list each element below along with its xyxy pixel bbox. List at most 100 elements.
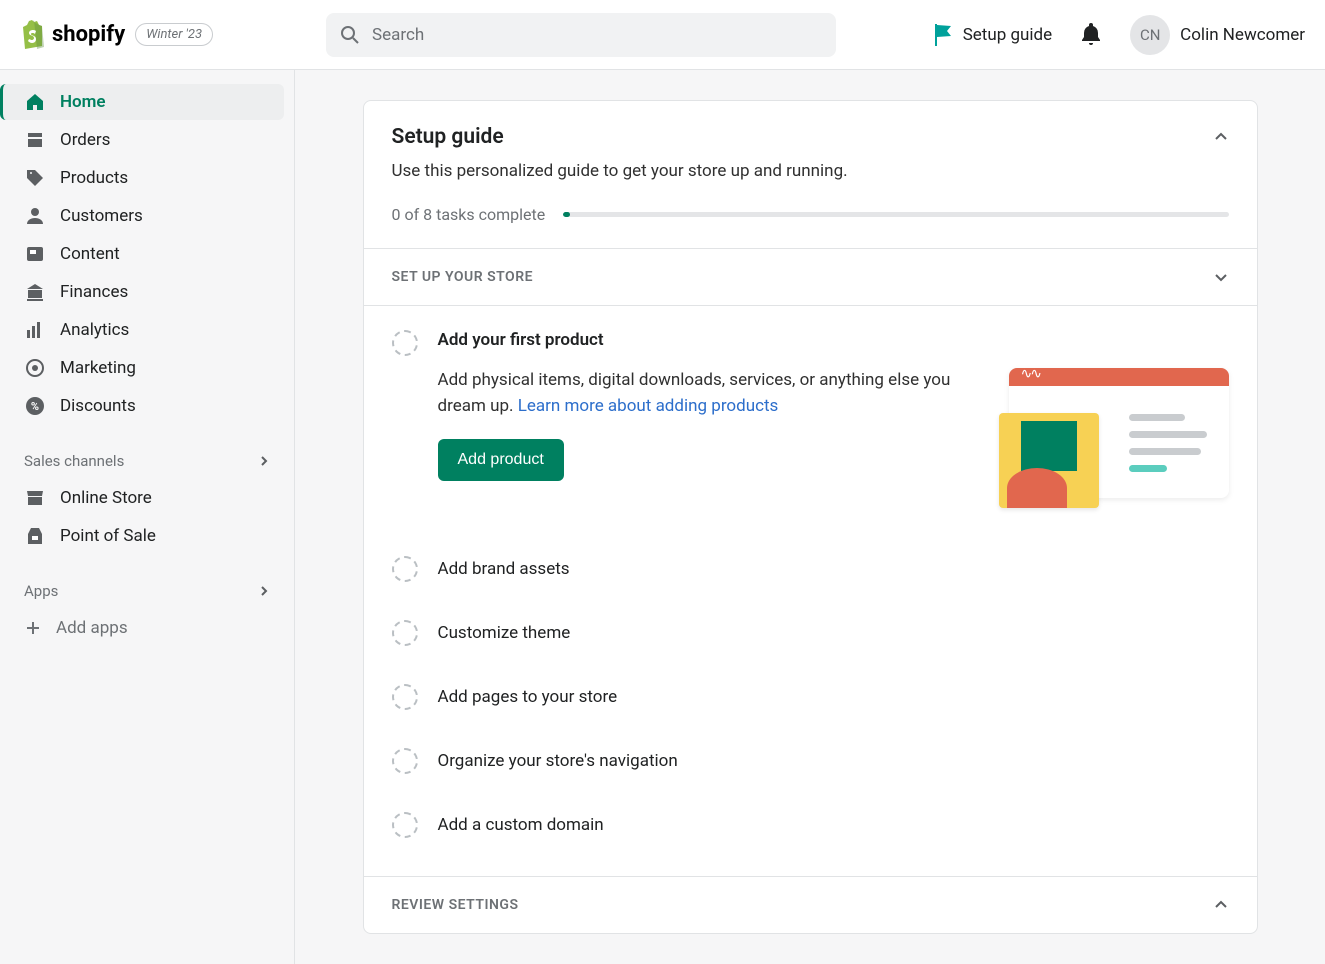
sidebar-item-label: Finances bbox=[60, 282, 128, 302]
task-checkbox[interactable] bbox=[392, 330, 418, 508]
setup-guide-card: Setup guide Use this personalized guide … bbox=[363, 100, 1258, 934]
pos-icon bbox=[24, 526, 46, 546]
task-label: Add a custom domain bbox=[438, 815, 604, 835]
chevron-right-icon bbox=[258, 455, 270, 467]
task-label: Add pages to your store bbox=[438, 687, 618, 707]
task-label: Add brand assets bbox=[438, 559, 570, 579]
shopify-logo[interactable]: shopify bbox=[20, 20, 125, 50]
add-product-button[interactable]: Add product bbox=[438, 439, 564, 481]
setup-guide-link[interactable]: Setup guide bbox=[933, 24, 1052, 46]
sidebar-item-label: Products bbox=[60, 168, 128, 188]
bell-icon[interactable] bbox=[1080, 23, 1102, 47]
logo-group: shopify Winter '23 bbox=[20, 20, 320, 50]
learn-more-link[interactable]: Learn more about adding products bbox=[518, 396, 779, 416]
sidebar-channel-pos[interactable]: Point of Sale bbox=[10, 518, 284, 554]
content-icon bbox=[24, 244, 46, 264]
sidebar-item-home[interactable]: Home bbox=[0, 84, 284, 120]
task-add-first-product: Add your first product Add physical item… bbox=[364, 305, 1257, 532]
search-input[interactable]: Search bbox=[326, 13, 836, 57]
sales-channels-label: Sales channels bbox=[24, 452, 124, 470]
customers-icon bbox=[24, 206, 46, 226]
sidebar-item-label: Marketing bbox=[60, 358, 136, 378]
setup-guide-description: Use this personalized guide to get your … bbox=[392, 161, 1229, 181]
task-add-pages[interactable]: Add pages to your store bbox=[364, 670, 1257, 724]
search-icon bbox=[340, 25, 360, 45]
sidebar-item-customers[interactable]: Customers bbox=[10, 198, 284, 234]
header: shopify Winter '23 Search Setup guide CN… bbox=[0, 0, 1325, 70]
product-illustration bbox=[999, 368, 1229, 508]
add-apps-button[interactable]: Add apps bbox=[10, 610, 284, 646]
winter-badge: Winter '23 bbox=[135, 23, 213, 46]
sidebar-item-finances[interactable]: Finances bbox=[10, 274, 284, 310]
task-label: Customize theme bbox=[438, 623, 571, 643]
sidebar-item-label: Orders bbox=[60, 130, 110, 150]
progress-text: 0 of 8 tasks complete bbox=[392, 205, 546, 224]
sidebar-item-analytics[interactable]: Analytics bbox=[10, 312, 284, 348]
user-menu[interactable]: CN Colin Newcomer bbox=[1130, 15, 1305, 55]
section-setup-store[interactable]: SET UP YOUR STORE bbox=[364, 248, 1257, 305]
chevron-right-icon bbox=[258, 585, 270, 597]
plus-icon bbox=[24, 619, 42, 637]
layout: Home Orders Products Customers Content F… bbox=[0, 70, 1325, 964]
user-name: Colin Newcomer bbox=[1180, 25, 1305, 45]
task-title: Add your first product bbox=[438, 330, 1229, 350]
task-customize-theme[interactable]: Customize theme bbox=[364, 606, 1257, 660]
sidebar-item-label: Home bbox=[60, 92, 106, 112]
sidebar-item-label: Customers bbox=[60, 206, 143, 226]
add-apps-label: Add apps bbox=[56, 618, 128, 638]
sidebar-item-content[interactable]: Content bbox=[10, 236, 284, 272]
sidebar-item-marketing[interactable]: Marketing bbox=[10, 350, 284, 386]
discounts-icon: % bbox=[24, 396, 46, 416]
store-icon bbox=[24, 488, 46, 508]
dotted-circle-icon bbox=[392, 620, 418, 646]
sidebar-item-label: Analytics bbox=[60, 320, 129, 340]
dotted-circle-icon bbox=[392, 556, 418, 582]
sidebar-item-label: Content bbox=[60, 244, 120, 264]
task-organize-navigation[interactable]: Organize your store's navigation bbox=[364, 734, 1257, 788]
task-add-brand-assets[interactable]: Add brand assets bbox=[364, 542, 1257, 596]
dotted-circle-icon bbox=[392, 330, 418, 356]
dotted-circle-icon bbox=[392, 812, 418, 838]
sidebar-channel-online-store[interactable]: Online Store bbox=[10, 480, 284, 516]
analytics-icon bbox=[24, 320, 46, 340]
header-right: Setup guide CN Colin Newcomer bbox=[933, 15, 1305, 55]
progress-bar bbox=[563, 212, 1228, 217]
search-wrap: Search bbox=[320, 13, 913, 57]
chevron-up-icon bbox=[1213, 897, 1229, 913]
svg-text:%: % bbox=[31, 400, 39, 413]
bag-icon bbox=[20, 20, 46, 50]
orders-icon bbox=[24, 130, 46, 150]
brand-text: shopify bbox=[52, 22, 125, 47]
dotted-circle-icon bbox=[392, 748, 418, 774]
progress-row: 0 of 8 tasks complete bbox=[392, 205, 1229, 224]
sidebar-item-label: Discounts bbox=[60, 396, 136, 416]
chevron-down-icon bbox=[1213, 269, 1229, 285]
card-header: Setup guide Use this personalized guide … bbox=[364, 101, 1257, 248]
sidebar-item-discounts[interactable]: % Discounts bbox=[10, 388, 284, 424]
flag-icon bbox=[933, 24, 953, 46]
marketing-icon bbox=[24, 358, 46, 378]
main-content: Setup guide Use this personalized guide … bbox=[295, 70, 1325, 964]
sidebar-item-orders[interactable]: Orders bbox=[10, 122, 284, 158]
tasks-list: Add brand assets Customize theme Add pag… bbox=[364, 542, 1257, 876]
sales-channels-header[interactable]: Sales channels bbox=[10, 442, 284, 480]
sidebar-item-products[interactable]: Products bbox=[10, 160, 284, 196]
task-add-custom-domain[interactable]: Add a custom domain bbox=[364, 798, 1257, 852]
apps-header[interactable]: Apps bbox=[10, 572, 284, 610]
setup-guide-label: Setup guide bbox=[963, 25, 1052, 45]
finances-icon bbox=[24, 282, 46, 302]
task-description: Add physical items, digital downloads, s… bbox=[438, 368, 959, 419]
sidebar-item-label: Point of Sale bbox=[60, 526, 156, 546]
chevron-up-icon[interactable] bbox=[1213, 129, 1229, 145]
sidebar-item-label: Online Store bbox=[60, 488, 152, 508]
search-placeholder: Search bbox=[372, 25, 424, 45]
avatar: CN bbox=[1130, 15, 1170, 55]
section-title: REVIEW SETTINGS bbox=[392, 897, 519, 913]
section-review-settings[interactable]: REVIEW SETTINGS bbox=[364, 876, 1257, 933]
products-icon bbox=[24, 168, 46, 188]
sidebar: Home Orders Products Customers Content F… bbox=[0, 70, 295, 964]
dotted-circle-icon bbox=[392, 684, 418, 710]
setup-guide-title: Setup guide bbox=[392, 125, 504, 149]
task-label: Organize your store's navigation bbox=[438, 751, 678, 771]
home-icon bbox=[24, 92, 46, 112]
